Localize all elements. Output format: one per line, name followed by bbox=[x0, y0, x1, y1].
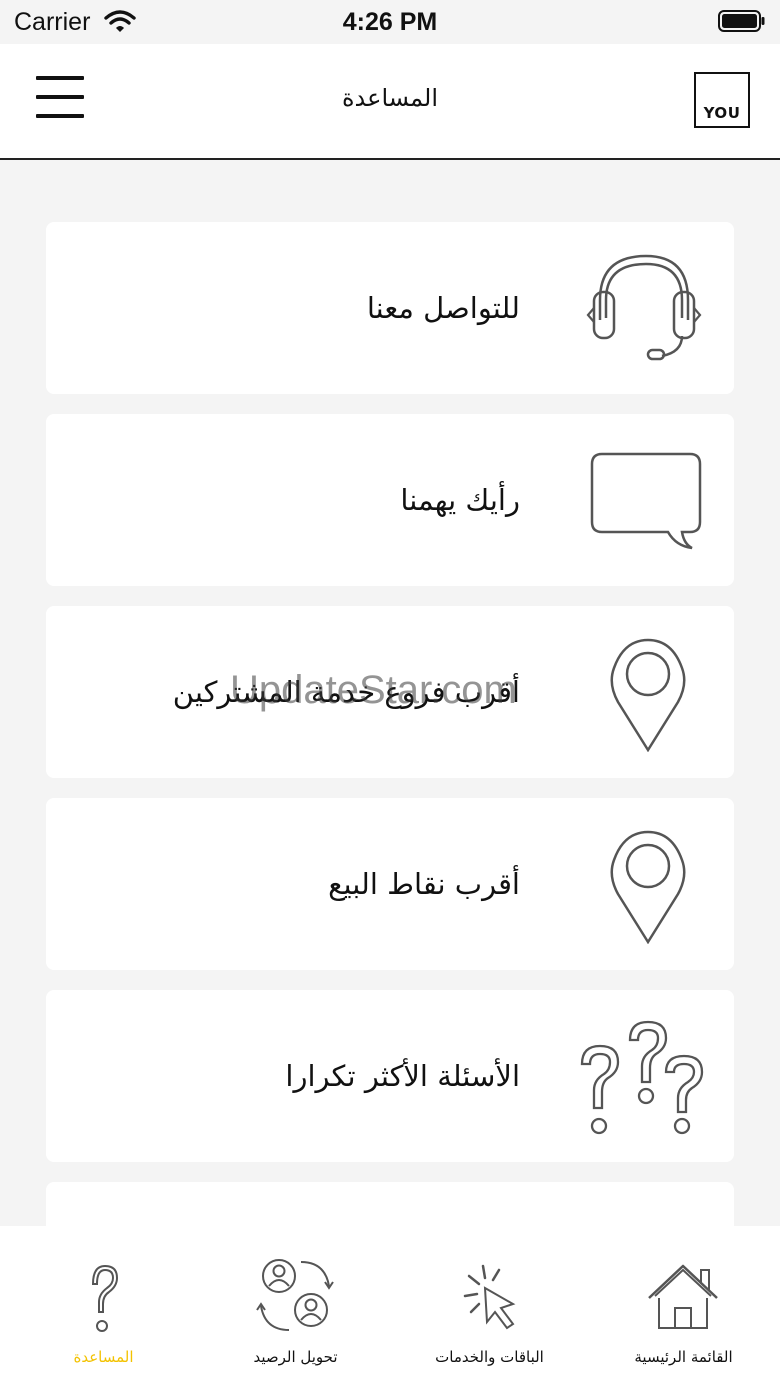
menu-item-label: رأيك يهمنا bbox=[400, 483, 520, 517]
battery-icon bbox=[718, 10, 765, 32]
tab-help[interactable]: المساعدة bbox=[6, 1226, 201, 1387]
help-menu-list[interactable]: للتواصل معنا رأيك يهمنا أقرب فروع خدمة ا… bbox=[0, 162, 780, 1226]
question-marks-icon bbox=[580, 1020, 704, 1135]
navigation-bar: المساعدة YOU bbox=[0, 44, 780, 160]
home-icon bbox=[648, 1264, 718, 1329]
click-pointer-icon bbox=[463, 1264, 516, 1330]
tab-bar: المساعدة تحويل الرصيد الباقات والخدمات ا… bbox=[0, 1226, 780, 1387]
logo-text: YOU bbox=[703, 104, 741, 122]
page-title: المساعدة bbox=[341, 84, 439, 112]
menu-item-label: أقرب فروع خدمة المشتركين bbox=[172, 675, 520, 709]
menu-item-nearest-sale-points[interactable]: أقرب نقاط البيع bbox=[46, 798, 734, 970]
you-logo[interactable]: YOU bbox=[694, 72, 750, 128]
tab-balance-transfer[interactable]: تحويل الرصيد bbox=[198, 1226, 393, 1387]
menu-item-label: للتواصل معنا bbox=[366, 291, 520, 325]
location-pin-icon bbox=[610, 830, 686, 944]
menu-item-feedback[interactable]: رأيك يهمنا bbox=[46, 414, 734, 586]
clock: 4:26 PM bbox=[342, 8, 438, 36]
tab-label: تحويل الرصيد bbox=[253, 1348, 338, 1366]
menu-item-faq[interactable]: الأسئلة الأكثر تكرارا bbox=[46, 990, 734, 1162]
menu-item-contact-us[interactable]: للتواصل معنا bbox=[46, 222, 734, 394]
balance-transfer-icon bbox=[256, 1259, 334, 1331]
location-pin-icon bbox=[610, 638, 686, 752]
menu-item-partial[interactable] bbox=[46, 1182, 734, 1226]
help-question-icon bbox=[91, 1264, 119, 1332]
tab-label: الباقات والخدمات bbox=[435, 1348, 544, 1366]
tab-label: المساعدة bbox=[73, 1348, 134, 1366]
tab-label: القائمة الرئيسية bbox=[634, 1348, 733, 1366]
menu-item-label: الأسئلة الأكثر تكرارا bbox=[285, 1059, 520, 1093]
tab-home[interactable]: القائمة الرئيسية bbox=[586, 1226, 780, 1387]
menu-item-nearest-branches[interactable]: أقرب فروع خدمة المشتركين bbox=[46, 606, 734, 778]
status-bar: Carrier 4:26 PM bbox=[0, 0, 780, 44]
tab-packages-services[interactable]: الباقات والخدمات bbox=[392, 1226, 587, 1387]
partial-icon bbox=[578, 1208, 706, 1226]
menu-item-label: أقرب نقاط البيع bbox=[328, 867, 520, 901]
speech-bubble-icon bbox=[590, 452, 702, 550]
headset-icon bbox=[586, 254, 702, 361]
